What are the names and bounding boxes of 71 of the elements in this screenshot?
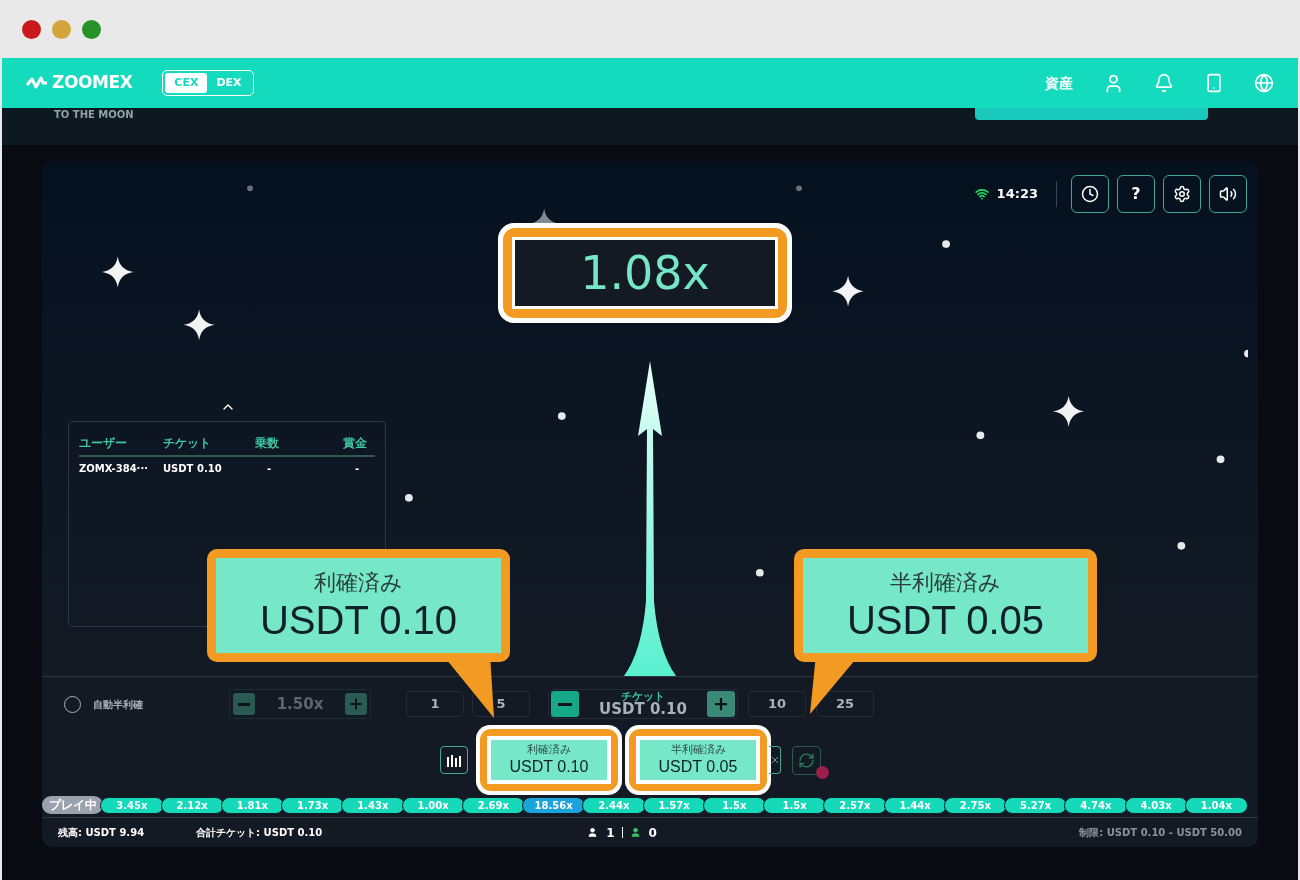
minus-icon	[238, 702, 250, 706]
player-count: 1	[606, 824, 615, 842]
round-multiplier-pill: 2.44x	[582, 796, 646, 814]
round-multiplier-pill: 2.75x	[943, 796, 1007, 814]
table-cell-text: ZOMX-384···	[79, 462, 150, 476]
minus-icon	[558, 702, 572, 706]
logo-wordmark: ZOOMEX	[52, 71, 133, 95]
quick-amount-button[interactable]: 1	[406, 691, 464, 717]
ticket-value: USDT 0.10	[599, 702, 687, 717]
round-multiplier-pill: 1.00x	[401, 796, 465, 814]
table-cell-text: USDT 0.10	[163, 462, 223, 476]
refresh-icon	[798, 751, 815, 769]
zoom-window-icon[interactable]	[82, 19, 101, 39]
live-round-pill: プレイ中	[42, 796, 104, 814]
balance-text: 残高: USDT 9.94	[58, 826, 145, 840]
winner-count: 0	[648, 824, 657, 842]
clock-icon	[1081, 185, 1099, 203]
round-multiplier-pill: 1.5x	[702, 796, 766, 814]
quick-amount-button[interactable]: 10	[748, 691, 806, 717]
callout-label: 利確済み	[314, 571, 403, 594]
callout-label: 半利確済み	[890, 571, 1001, 594]
ticket-label: チケット	[621, 691, 665, 702]
round-multiplier-pill: 4.74x	[1064, 796, 1128, 814]
history-button[interactable]	[1071, 175, 1109, 213]
round-multiplier-pill: 18.56x	[522, 796, 586, 814]
round-multiplier-pill: 1.5x	[763, 796, 827, 814]
callout-amount: USDT 0.10	[259, 599, 458, 640]
speaker-icon	[1219, 185, 1237, 203]
cashout-button[interactable]: 利確済み USDT 0.10	[491, 740, 607, 780]
tagline-text: TO THE MOON	[54, 108, 134, 122]
multiplier-display: 1.08x	[515, 240, 775, 306]
limit-text: 制限: USDT 0.10 - USDT 50.00	[1079, 826, 1242, 840]
round-multiplier-pill: 1.43x	[341, 796, 405, 814]
bar-chart-icon	[447, 753, 461, 767]
plus-icon	[712, 695, 730, 713]
cashout-button[interactable]: 半利確済み USDT 0.05	[640, 740, 756, 780]
auto-half-label: 自動半利確	[93, 697, 143, 712]
auto-multiplier-value: 1.50x	[276, 693, 324, 715]
round-multiplier-pill: 1.04x	[1184, 796, 1248, 814]
settings-icon	[1173, 185, 1191, 203]
total-ticket-text: 合計チケット: USDT 0.10	[196, 826, 323, 840]
column-header: ユーザー	[79, 435, 128, 452]
column-header: チケット	[163, 435, 212, 452]
round-multiplier-pill: 2.12x	[160, 796, 224, 814]
clock-time: 14:23	[996, 185, 1038, 204]
round-multiplier-pill: 2.57x	[823, 796, 887, 814]
round-multiplier-pill: 4.03x	[1124, 796, 1188, 814]
winner-icon	[629, 827, 641, 838]
column-header: 賞金	[342, 435, 368, 452]
table-cell-text: -	[354, 462, 361, 476]
round-multiplier-pill: 1.73x	[281, 796, 345, 814]
round-multiplier-pill: 2.69x	[461, 796, 525, 814]
cancel-button[interactable]	[769, 746, 781, 774]
stats-button[interactable]	[440, 746, 468, 774]
round-multiplier-pill: 1.81x	[220, 796, 284, 814]
round-multiplier-pill: 1.44x	[883, 796, 947, 814]
plus-icon	[348, 696, 364, 712]
help-button[interactable]: ?	[1117, 175, 1155, 213]
round-multiplier-pill: 1.57x	[642, 796, 706, 814]
column-header: 乗数	[254, 435, 280, 452]
settings-button[interactable]	[1163, 175, 1201, 213]
close-window-icon[interactable]	[22, 19, 41, 39]
callout-amount: USDT 0.05	[846, 599, 1045, 640]
player-icon	[587, 827, 599, 838]
sound-button[interactable]	[1209, 175, 1247, 213]
round-multiplier-pill: 3.45x	[100, 796, 164, 814]
close-icon	[769, 755, 780, 765]
table-cell-text: -	[266, 462, 273, 476]
logo-icon	[26, 75, 48, 91]
wifi-icon	[974, 187, 989, 201]
ticket-stepper[interactable]: チケット USDT 0.10	[548, 689, 738, 719]
